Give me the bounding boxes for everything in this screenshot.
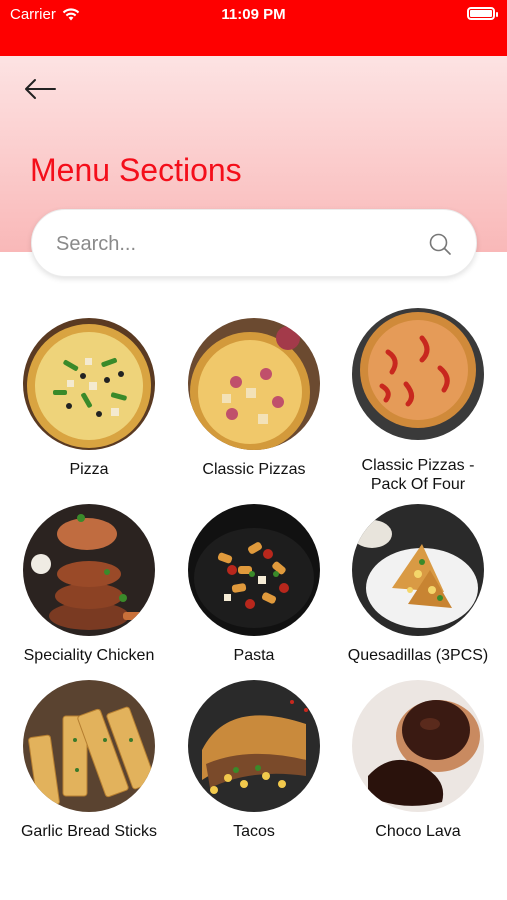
pizza-image	[23, 318, 155, 450]
menu-item-pizza[interactable]: Pizza	[4, 318, 174, 479]
menu-item-speciality-chicken[interactable]: Speciality Chicken	[4, 504, 174, 665]
menu-item-label: Classic Pizzas	[202, 461, 306, 478]
menu-item-label: Pizza	[69, 461, 109, 478]
menu-item-classic-pizzas[interactable]: Classic Pizzas	[169, 318, 339, 479]
quesadillas-image	[352, 504, 484, 636]
menu-item-label: Garlic Bread Sticks	[20, 823, 158, 840]
menu-item-label: Pasta	[233, 647, 275, 664]
menu-item-label: Tacos	[233, 823, 275, 840]
menu-item-label: Quesadillas (3PCS)	[347, 647, 489, 664]
status-bar: Carrier 11:09 PM	[0, 0, 507, 56]
choco-lava-image	[352, 680, 484, 812]
menu-item-garlic-bread-sticks[interactable]: Garlic Bread Sticks	[4, 680, 174, 841]
menu-item-label: Classic Pizzas - Pack Of Four	[361, 457, 475, 493]
status-time: 11:09 PM	[221, 6, 286, 23]
speciality-chicken-image	[23, 504, 155, 636]
search-bar[interactable]	[31, 209, 477, 277]
page-title: Menu Sections	[30, 152, 242, 188]
pasta-image	[188, 504, 320, 636]
classic-pizza-image	[188, 318, 320, 450]
tacos-image	[188, 680, 320, 812]
back-arrow-icon[interactable]	[22, 74, 60, 104]
menu-item-quesadillas[interactable]: Quesadillas (3PCS)	[333, 504, 503, 665]
search-input[interactable]	[56, 226, 416, 262]
menu-item-classic-pizzas-pack-of-four[interactable]: Classic Pizzas - Pack Of Four	[333, 308, 503, 494]
menu-item-tacos[interactable]: Tacos	[169, 680, 339, 841]
menu-item-pasta[interactable]: Pasta	[169, 504, 339, 665]
menu-item-choco-lava[interactable]: Choco Lava	[333, 680, 503, 841]
menu-item-label: Speciality Chicken	[23, 647, 155, 664]
pack-of-four-pizza-image	[352, 308, 484, 440]
battery-icon	[467, 7, 498, 20]
garlic-bread-sticks-image	[23, 680, 155, 812]
search-icon[interactable]	[428, 232, 452, 256]
menu-item-label: Choco Lava	[375, 823, 461, 840]
